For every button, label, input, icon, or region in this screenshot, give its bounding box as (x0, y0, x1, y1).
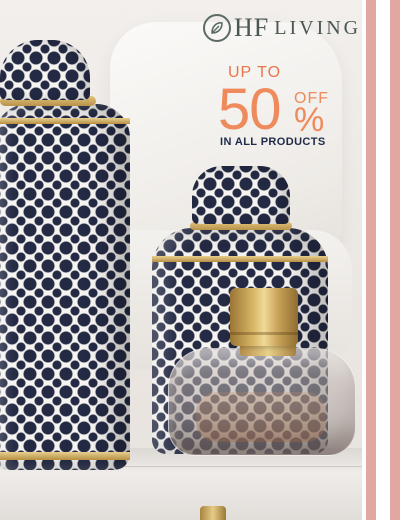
decorative-stripe-left (366, 0, 376, 520)
product-photo (0, 0, 362, 520)
promo-in-all-products: IN ALL PRODUCTS (220, 136, 326, 148)
logo-hf-text: HF (234, 13, 270, 42)
leaf-in-o-icon (203, 14, 231, 42)
medium-jar-gold-band (152, 256, 328, 262)
decorative-stripe-right (390, 0, 400, 520)
logo-living-text: LIVING (274, 17, 362, 39)
large-patterned-jar (0, 104, 130, 470)
promo-discount-number: 50 (218, 77, 282, 142)
large-jar-gold-band (0, 118, 130, 124)
bottle-gold-cap (230, 288, 298, 346)
large-jar-lid (0, 40, 90, 100)
promo-banner[interactable]: HF LIVING UP TO 50 OFF % IN ALL PRODUCTS (0, 0, 400, 520)
medium-jar-lid (192, 166, 290, 224)
bottle-reflection (196, 392, 326, 442)
brand-logo[interactable]: HF LIVING (203, 10, 361, 46)
large-jar-gold-foot (0, 452, 130, 460)
drawer-knob (200, 506, 226, 520)
promo-percent-sign: % (294, 101, 325, 139)
